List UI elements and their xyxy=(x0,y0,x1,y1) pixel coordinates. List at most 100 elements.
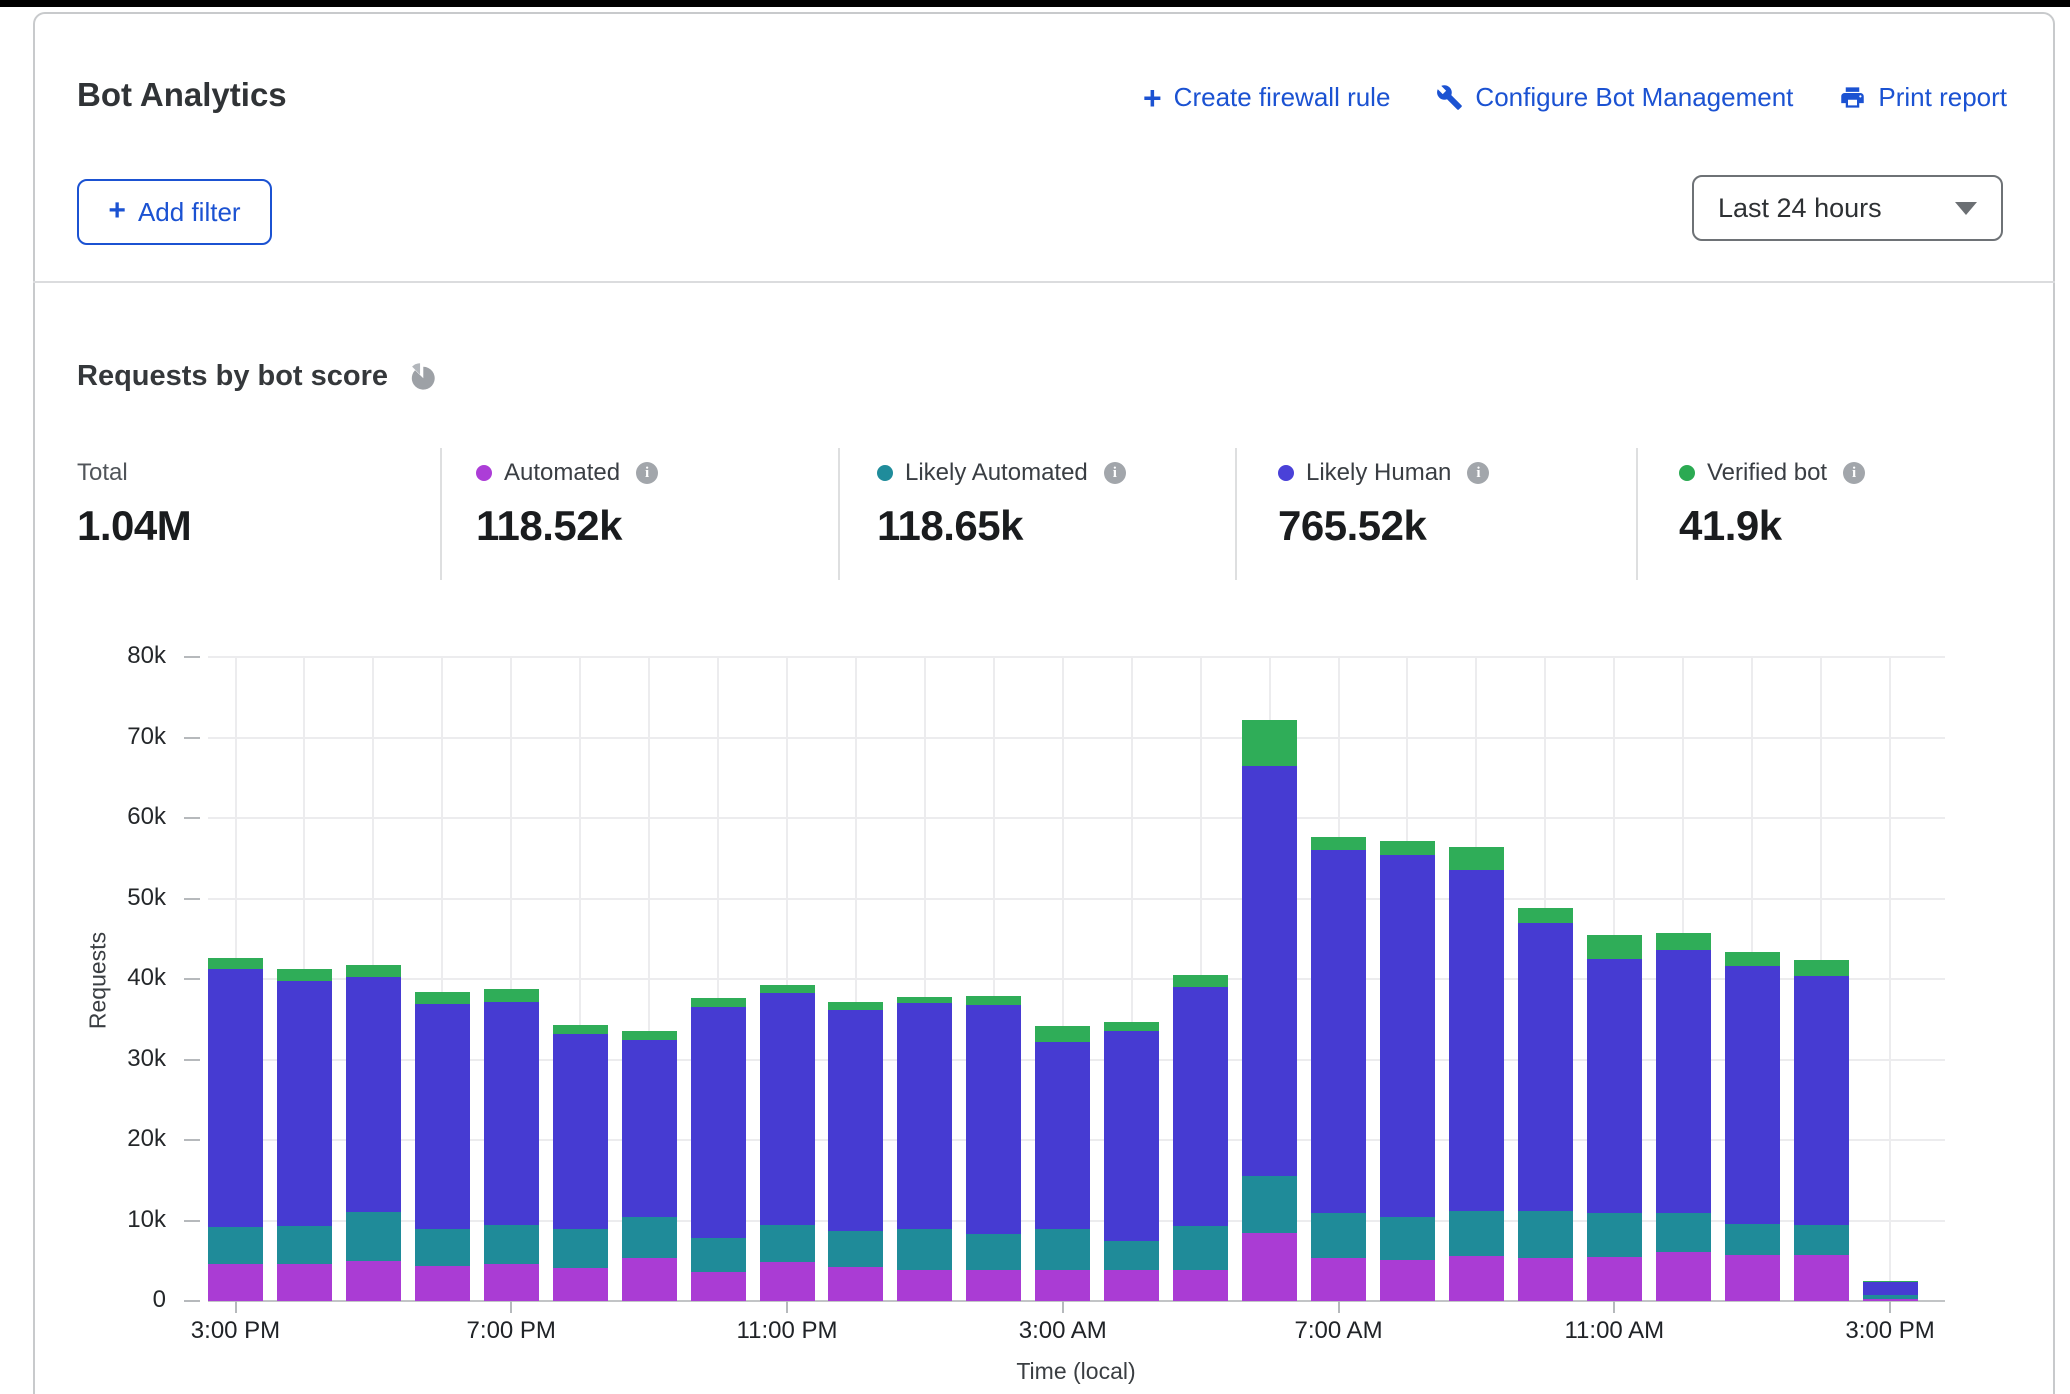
bar-segment[interactable] xyxy=(1794,960,1849,975)
bar-segment[interactable] xyxy=(760,1262,815,1301)
create-firewall-rule-link[interactable]: + Create firewall rule xyxy=(1143,82,1390,113)
bar-segment[interactable] xyxy=(1104,1031,1159,1242)
bar-segment[interactable] xyxy=(1725,966,1780,1224)
bar-segment[interactable] xyxy=(208,1264,263,1301)
bar-segment[interactable] xyxy=(828,1231,883,1267)
bar-segment[interactable] xyxy=(1725,1224,1780,1255)
bar-segment[interactable] xyxy=(1794,1225,1849,1256)
bar-segment[interactable] xyxy=(1380,855,1435,1217)
configure-bot-management-link[interactable]: Configure Bot Management xyxy=(1436,82,1793,113)
bar-segment[interactable] xyxy=(1311,1258,1366,1301)
bar-segment[interactable] xyxy=(208,958,263,969)
info-icon[interactable]: i xyxy=(636,462,658,484)
bar-segment[interactable] xyxy=(828,1010,883,1231)
bar-segment[interactable] xyxy=(760,993,815,1225)
bar-segment[interactable] xyxy=(1104,1022,1159,1031)
bar-segment[interactable] xyxy=(1725,952,1780,966)
bar-segment[interactable] xyxy=(1173,1270,1228,1301)
bar-segment[interactable] xyxy=(1863,1282,1918,1296)
time-range-dropdown[interactable]: Last 24 hours xyxy=(1692,175,2003,241)
bar-segment[interactable] xyxy=(1035,1229,1090,1270)
bar-segment[interactable] xyxy=(1863,1299,1918,1301)
bar-segment[interactable] xyxy=(622,1031,677,1040)
bar-segment[interactable] xyxy=(1794,1255,1849,1301)
bar-segment[interactable] xyxy=(1311,1213,1366,1258)
bar-segment[interactable] xyxy=(897,1270,952,1301)
bar-segment[interactable] xyxy=(1449,870,1504,1211)
bar-segment[interactable] xyxy=(1104,1270,1159,1301)
bar-segment[interactable] xyxy=(346,965,401,977)
bar-segment[interactable] xyxy=(1380,1260,1435,1301)
bar-segment[interactable] xyxy=(1242,766,1297,1177)
bar-segment[interactable] xyxy=(484,1264,539,1301)
bar-segment[interactable] xyxy=(346,1212,401,1260)
bar-segment[interactable] xyxy=(1863,1295,1918,1298)
bar-segment[interactable] xyxy=(1449,1211,1504,1256)
bar-segment[interactable] xyxy=(346,1261,401,1301)
bar-segment[interactable] xyxy=(1656,1252,1711,1301)
bar-segment[interactable] xyxy=(553,1034,608,1230)
info-icon[interactable]: i xyxy=(1843,462,1865,484)
bar-segment[interactable] xyxy=(1380,841,1435,855)
bar-segment[interactable] xyxy=(1518,923,1573,1211)
bar-segment[interactable] xyxy=(1242,1176,1297,1232)
bar-segment[interactable] xyxy=(553,1229,608,1268)
bar-segment[interactable] xyxy=(553,1268,608,1301)
bar-segment[interactable] xyxy=(208,969,263,1227)
bar-segment[interactable] xyxy=(1794,976,1849,1225)
bar-segment[interactable] xyxy=(484,1225,539,1264)
bar-segment[interactable] xyxy=(1518,1258,1573,1301)
bar-segment[interactable] xyxy=(277,981,332,1227)
bar-segment[interactable] xyxy=(966,1270,1021,1301)
bar-segment[interactable] xyxy=(1449,847,1504,870)
bar-segment[interactable] xyxy=(622,1217,677,1258)
bar-segment[interactable] xyxy=(1863,1281,1918,1282)
add-filter-button[interactable]: + Add filter xyxy=(77,179,272,245)
bar-segment[interactable] xyxy=(828,1267,883,1301)
bar-segment[interactable] xyxy=(1242,720,1297,766)
bar-segment[interactable] xyxy=(897,1229,952,1270)
bar-segment[interactable] xyxy=(277,1226,332,1264)
bar-segment[interactable] xyxy=(622,1040,677,1217)
bar-segment[interactable] xyxy=(897,997,952,1003)
bar-segment[interactable] xyxy=(691,1272,746,1301)
bar-segment[interactable] xyxy=(415,1229,470,1266)
bar-segment[interactable] xyxy=(1173,1226,1228,1270)
bar-segment[interactable] xyxy=(1311,837,1366,851)
bar-segment[interactable] xyxy=(1587,1213,1642,1256)
bar-segment[interactable] xyxy=(691,1007,746,1238)
bar-segment[interactable] xyxy=(828,1002,883,1011)
bar-segment[interactable] xyxy=(1656,1213,1711,1252)
bar-segment[interactable] xyxy=(622,1258,677,1301)
bar-segment[interactable] xyxy=(1104,1241,1159,1270)
bar-segment[interactable] xyxy=(1587,959,1642,1213)
bar-segment[interactable] xyxy=(966,996,1021,1005)
bar-segment[interactable] xyxy=(1173,987,1228,1226)
bar-segment[interactable] xyxy=(484,989,539,1001)
bar-segment[interactable] xyxy=(1656,950,1711,1213)
bar-segment[interactable] xyxy=(966,1234,1021,1270)
bar-segment[interactable] xyxy=(1035,1042,1090,1230)
bar-segment[interactable] xyxy=(484,1002,539,1226)
bar-segment[interactable] xyxy=(1518,1211,1573,1258)
bar-segment[interactable] xyxy=(1587,935,1642,959)
bar-segment[interactable] xyxy=(966,1005,1021,1234)
bar-segment[interactable] xyxy=(1656,933,1711,950)
bar-segment[interactable] xyxy=(415,1004,470,1229)
bar-segment[interactable] xyxy=(1035,1270,1090,1301)
bar-segment[interactable] xyxy=(691,998,746,1008)
bar-segment[interactable] xyxy=(1380,1217,1435,1260)
info-icon[interactable]: i xyxy=(1104,462,1126,484)
bar-segment[interactable] xyxy=(1518,908,1573,922)
bar-segment[interactable] xyxy=(760,985,815,993)
bar-segment[interactable] xyxy=(415,992,470,1004)
bar-segment[interactable] xyxy=(1587,1257,1642,1301)
bar-segment[interactable] xyxy=(346,977,401,1212)
bar-segment[interactable] xyxy=(208,1227,263,1264)
bar-segment[interactable] xyxy=(1725,1255,1780,1301)
bar-segment[interactable] xyxy=(1242,1233,1297,1301)
bar-segment[interactable] xyxy=(277,969,332,980)
bar-segment[interactable] xyxy=(897,1003,952,1229)
bar-segment[interactable] xyxy=(277,1264,332,1301)
bar-segment[interactable] xyxy=(691,1238,746,1272)
